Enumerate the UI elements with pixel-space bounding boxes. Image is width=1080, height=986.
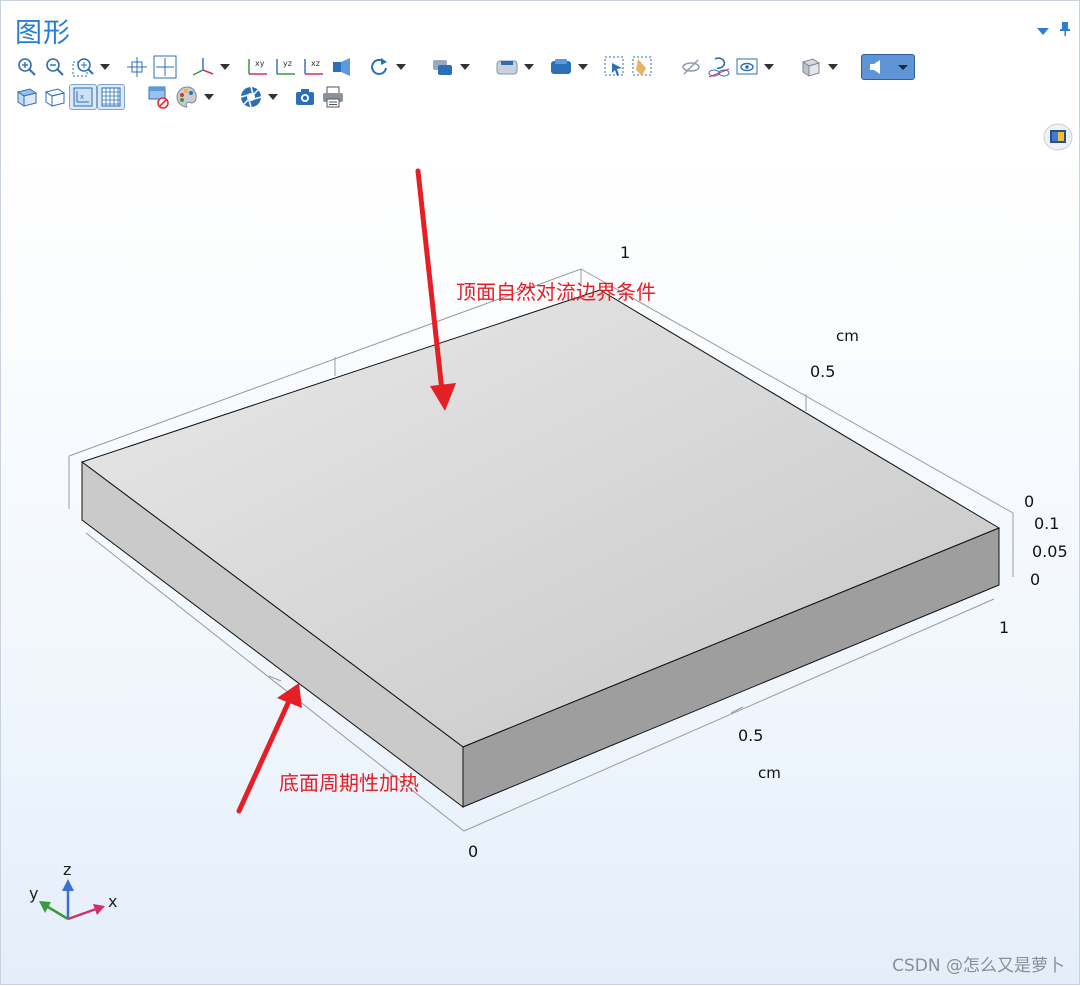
axis-triad	[39, 879, 105, 921]
front-axis-unit: cm	[758, 764, 781, 782]
top-boundary-annotation: 顶面自然对流边界条件	[456, 280, 656, 304]
triad-y-label: y	[29, 884, 39, 903]
front-axis-tick-1: 1	[999, 618, 1010, 637]
vertical-axis-tick-0: 0	[1030, 570, 1041, 589]
graphics-window: 图形 xy yz xz x 顶面自然对流边界条件 底面周期性加热 1 cm 0.…	[0, 0, 1080, 985]
scene-3d[interactable]	[1, 1, 1080, 986]
vertical-axis-tick-0_1: 0.1	[1034, 514, 1060, 533]
triad-x-label: x	[108, 892, 118, 911]
back-axis-unit: cm	[836, 327, 859, 345]
back-axis-tick-1: 1	[620, 243, 631, 262]
bottom-boundary-annotation: 底面周期性加热	[279, 771, 419, 795]
back-axis-tick-0_5: 0.5	[810, 362, 836, 381]
front-axis-tick-0_5: 0.5	[738, 726, 764, 745]
vertical-axis-tick-0_05: 0.05	[1032, 542, 1068, 561]
slab-top-face	[80, 289, 1001, 748]
triad-z-label: z	[63, 860, 72, 879]
back-axis-tick-0: 0	[1024, 492, 1035, 511]
slab-geometry[interactable]	[80, 289, 1001, 809]
watermark: CSDN @怎么又是萝卜	[892, 956, 1065, 976]
front-axis-tick-0: 0	[468, 842, 479, 861]
